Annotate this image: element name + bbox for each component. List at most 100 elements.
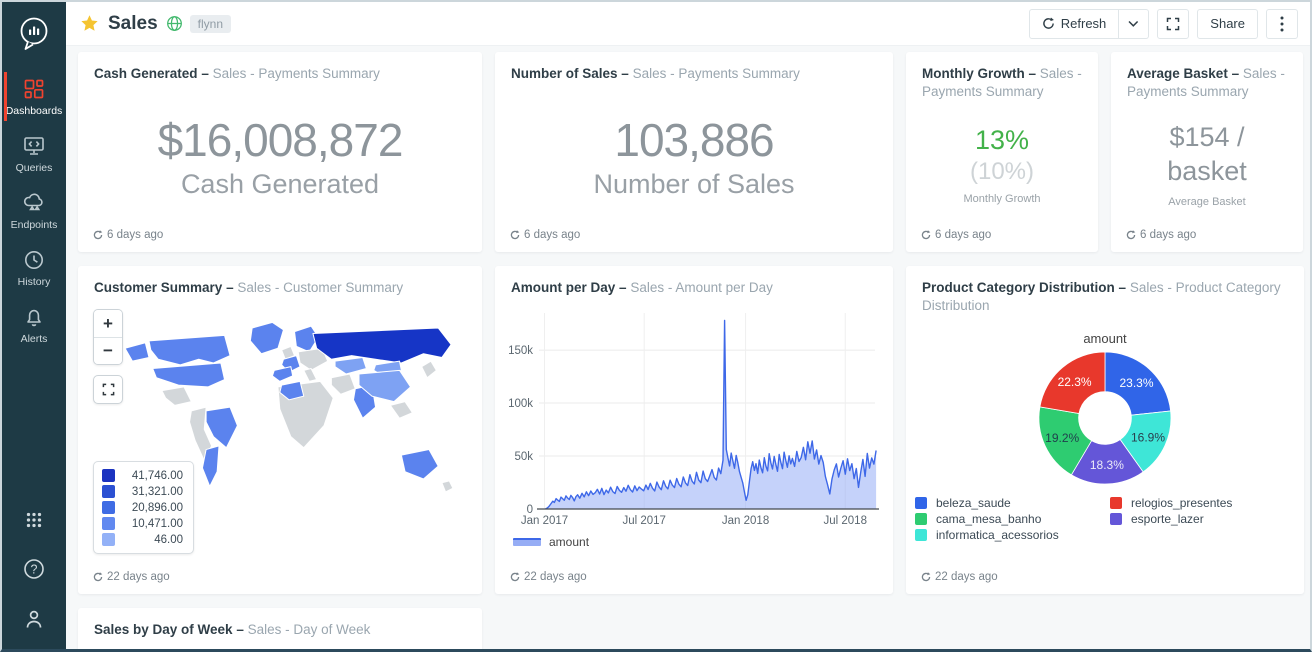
widget-title: Amount per Day – Sales - Amount per Day — [495, 266, 893, 297]
fullscreen-icon — [102, 383, 115, 396]
svg-text:?: ? — [31, 562, 38, 576]
map-legend-row: 41,746.00 — [102, 469, 183, 482]
map-region-usa — [153, 363, 225, 387]
counter-secondary-value: (10%) — [970, 158, 1034, 186]
widget-sales-by-day-of-week: Sales by Day of Week – Sales - Day of We… — [78, 608, 482, 649]
legend-swatch — [102, 501, 115, 514]
pie-slice-label: 18.3% — [1090, 459, 1124, 473]
share-button[interactable]: Share — [1197, 9, 1258, 39]
widget-title-text: Average Basket — [1127, 66, 1228, 81]
legend-value: 31,321.00 — [121, 486, 183, 498]
pie-legend-item: cama_mesa_banho — [915, 512, 1100, 526]
legend-swatch — [915, 529, 927, 541]
pie-legend: beleza_sauderelogios_presentescama_mesa_… — [915, 496, 1295, 542]
history-icon — [22, 248, 46, 272]
svg-text:Jul 2017: Jul 2017 — [622, 515, 665, 527]
widget-title-text: Number of Sales — [511, 66, 618, 81]
sidebar-item-history[interactable]: History — [4, 239, 65, 296]
map-region-iberia — [272, 367, 292, 382]
counter-value: $16,008,872 — [158, 113, 403, 167]
sidebar-item-queries[interactable]: Queries — [4, 125, 65, 182]
map-legend-row: 31,321.00 — [102, 485, 183, 498]
map-fullscreen-button[interactable] — [93, 375, 123, 404]
widget-query-link[interactable]: Sales - Payments Summary — [633, 66, 800, 81]
title-divider: – — [201, 66, 209, 81]
queries-icon — [22, 134, 46, 158]
refresh-button[interactable]: Refresh — [1029, 9, 1120, 39]
sidebar-item-dashboards[interactable]: Dashboards — [4, 68, 65, 125]
help-icon[interactable]: ? — [22, 557, 46, 581]
legend-swatch — [1110, 513, 1122, 525]
widget-title-text: Cash Generated — [94, 66, 198, 81]
counter-caption: Number of Sales — [593, 169, 794, 200]
updated-text: 6 days ago — [107, 229, 163, 241]
user-profile-icon[interactable] — [22, 607, 46, 631]
widget-query-link[interactable]: Sales - Amount per Day — [630, 280, 773, 295]
legend-value: 20,896.00 — [121, 502, 183, 514]
area-chart: 050k100k150kJan 2017Jul 2017Jan 2018Jul … — [505, 299, 883, 537]
counter-caption: Cash Generated — [181, 169, 379, 200]
counter-value: $154 / basket — [1152, 121, 1262, 189]
widget-query-link[interactable]: Sales - Payments Summary — [213, 66, 380, 81]
apps-grid-icon[interactable] — [23, 509, 45, 531]
legend-label: informatica_acessorios — [936, 528, 1059, 542]
title-divider: – — [621, 66, 629, 81]
updated-text: 22 days ago — [107, 571, 170, 583]
updated-text: 6 days ago — [1140, 229, 1196, 241]
widget-title-text: Amount per Day — [511, 280, 615, 295]
sidebar-item-label: Endpoints — [11, 219, 58, 231]
legend-label: beleza_saude — [936, 496, 1011, 510]
map-region-italy — [304, 369, 317, 382]
legend-swatch — [102, 469, 115, 482]
title-divider: – — [1232, 66, 1240, 81]
choropleth-map: + − 41,746.00 31,321.00 20,896.00 10,471.00… — [78, 297, 482, 594]
widget-updated: 6 days ago — [921, 229, 991, 241]
map-region-canada — [149, 336, 230, 365]
redash-logo-icon[interactable] — [10, 10, 58, 58]
favorite-star-icon[interactable] — [80, 14, 99, 33]
widget-query-link[interactable]: Sales - Customer Summary — [237, 280, 403, 295]
updated-text: 22 days ago — [935, 571, 998, 583]
pie-legend-item: beleza_saude — [915, 496, 1100, 510]
fullscreen-button[interactable] — [1157, 9, 1189, 39]
map-region-middle_east — [331, 374, 355, 394]
map-region-mexico — [162, 387, 191, 405]
sidebar-item-endpoints[interactable]: Endpoints — [4, 182, 65, 239]
dashboard-grid: Cash Generated – Sales - Payments Summar… — [66, 46, 1310, 649]
counter-caption: Average Basket — [1168, 195, 1245, 210]
widget-customer-summary-map: Customer Summary – Sales - Customer Summ… — [78, 266, 482, 594]
refresh-dropdown-button[interactable] — [1119, 9, 1149, 39]
refresh-icon — [921, 230, 931, 240]
svg-text:Jan 2018: Jan 2018 — [722, 515, 769, 527]
title-divider: – — [619, 280, 627, 295]
legend-label: cama_mesa_banho — [936, 512, 1041, 526]
widget-title: Monthly Growth – Sales - Payments Summar… — [906, 52, 1098, 101]
legend-value: 46.00 — [121, 534, 183, 546]
map-legend-row: 10,471.00 — [102, 517, 183, 530]
refresh-icon — [1126, 230, 1136, 240]
refresh-icon — [93, 230, 103, 240]
svg-text:Jan 2017: Jan 2017 — [521, 515, 568, 527]
widget-title-text: Product Category Distribution — [922, 280, 1115, 295]
map-zoom-out-button[interactable]: − — [94, 337, 122, 364]
widget-title-text: Monthly Growth — [922, 66, 1025, 81]
pie-slice-label: 19.2% — [1045, 431, 1079, 445]
more-menu-button[interactable] — [1266, 9, 1298, 39]
map-zoom-controls: + − — [93, 309, 123, 365]
dashboards-icon — [22, 77, 46, 101]
donut-chart: 23.3%16.9%18.3%19.2%22.3% — [1000, 342, 1210, 494]
map-legend-row: 20,896.00 — [102, 501, 183, 514]
widget-query-link[interactable]: Sales - Day of Week — [248, 622, 371, 637]
counter: $16,008,872 Cash Generated — [78, 83, 482, 252]
workspace-tag[interactable]: flynn — [190, 15, 231, 33]
pie-slice-label: 16.9% — [1131, 431, 1165, 445]
map-region-brazil — [206, 407, 237, 448]
sidebar-item-alerts[interactable]: Alerts — [4, 296, 65, 353]
map-zoom-in-button[interactable]: + — [94, 310, 122, 337]
legend-swatch — [915, 497, 927, 509]
map-region-russia — [313, 328, 451, 363]
legend-value: 10,471.00 — [121, 518, 183, 530]
widget-title: Customer Summary – Sales - Customer Summ… — [78, 266, 482, 297]
widget-title: Cash Generated – Sales - Payments Summar… — [78, 52, 482, 83]
counter-caption: Monthly Growth — [963, 192, 1040, 207]
